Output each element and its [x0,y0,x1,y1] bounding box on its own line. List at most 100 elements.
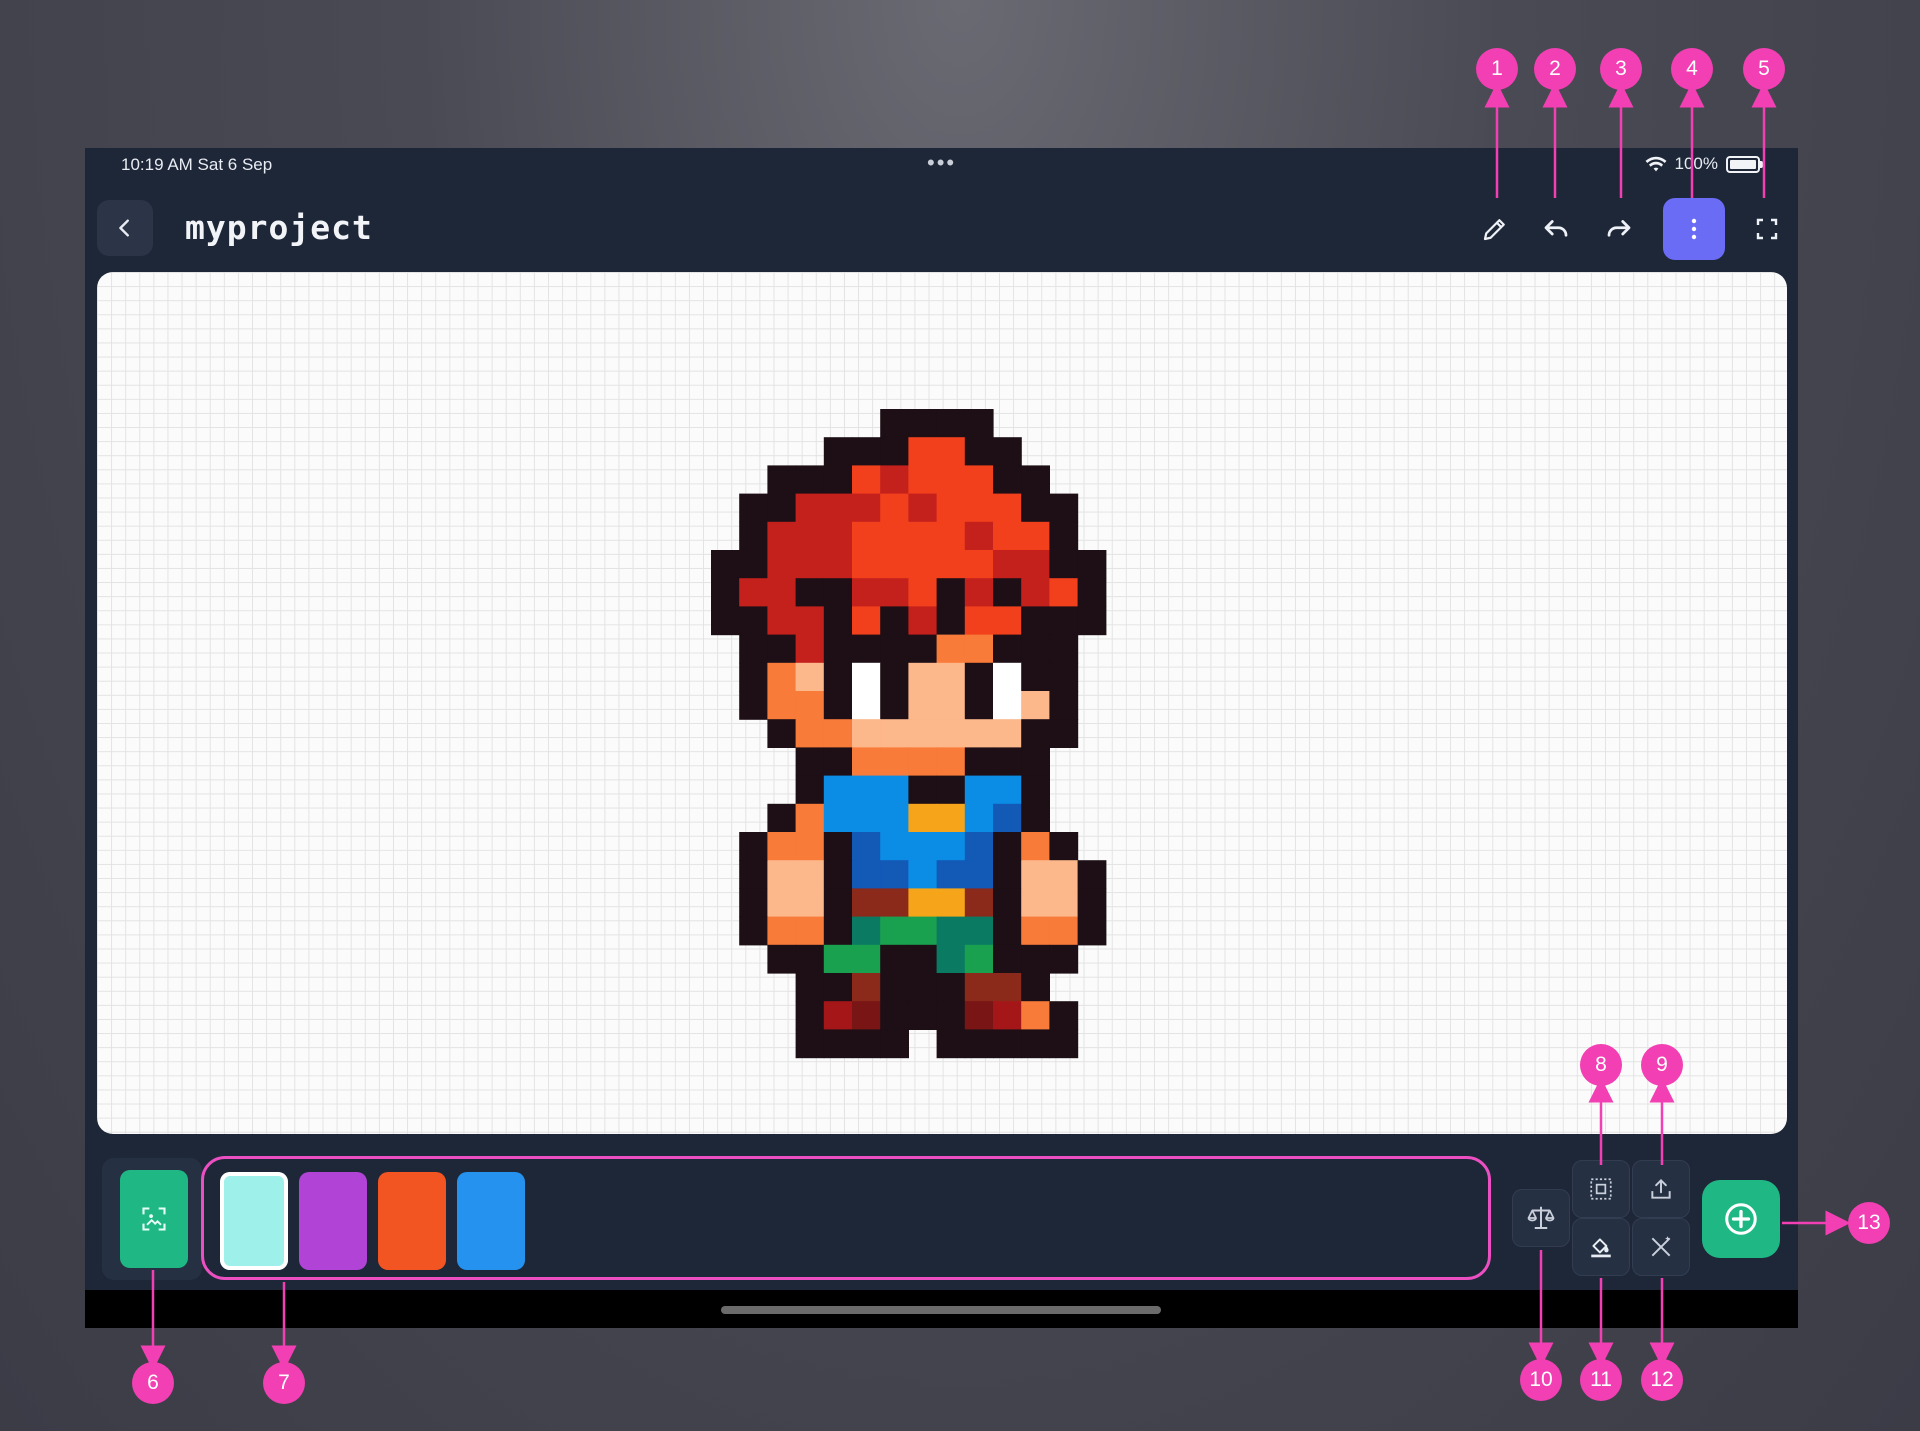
back-button[interactable] [97,200,153,256]
sprite-pixel [1021,944,1050,974]
sprite-pixel [852,803,881,833]
sprite-pixel [1077,888,1107,918]
sprite-pixel [1021,691,1050,720]
sprite-pixel [1021,888,1050,918]
sprite-pixel [823,888,853,918]
home-indicator[interactable] [721,1306,1161,1314]
gallery-button[interactable] [120,1170,188,1268]
select-area-button[interactable] [1572,1160,1630,1218]
sprite-pixel [795,521,825,551]
sprite-pixel [852,1001,881,1030]
sprite-pixel [880,747,909,777]
sprite-pixel [964,944,994,974]
sprite-pixel [767,832,797,861]
undo-button[interactable] [1529,202,1583,256]
color-swatch[interactable] [457,1172,525,1270]
sprite-pixel [823,860,853,889]
sprite-pixel [964,916,994,946]
sprite-pixel [936,550,966,579]
status-time: 10:19 AM Sat 6 Sep [121,155,273,174]
redo-button[interactable] [1592,202,1646,256]
sprite-pixel [739,521,768,551]
sprite-pixel [1049,578,1079,607]
sprite-pixel [880,944,909,974]
fullscreen-button[interactable] [1740,202,1794,256]
sprite-pixel [880,888,909,918]
sprite-pixel [767,916,797,946]
bottom-toolbar [85,1146,1798,1290]
fill-bucket-button[interactable] [1572,1218,1630,1276]
sprite-pixel [964,578,994,607]
sprite-pixel [1021,775,1050,805]
undo-icon [1544,220,1568,237]
sprite-pixel [823,944,853,974]
color-swatch[interactable] [220,1172,288,1270]
sprite-pixel [823,1029,853,1059]
sprite-pixel [964,832,994,861]
sprite-pixel [1077,578,1107,607]
sprite-pixel [880,465,909,495]
sprite-pixel [936,521,966,551]
multitask-dots[interactable]: ••• [927,150,956,176]
sprite-pixel [993,888,1022,918]
sprite-pixel [993,747,1022,777]
selection-icon [1590,1178,1612,1200]
sprite-pixel [936,747,966,777]
project-title: myproject [185,208,373,247]
sprite-pixel [795,550,825,579]
magic-wand-button[interactable] [1632,1218,1690,1276]
color-swatch[interactable] [378,1172,446,1270]
sprite-pixel [908,944,938,974]
sprite-pixel [852,860,881,889]
sprite-pixel [936,916,966,946]
more-options-button[interactable] [1663,198,1725,260]
sprite-pixel [1021,719,1050,748]
sprite-pixel [993,634,1022,664]
sprite-pixel [823,606,853,636]
sprite-pixel [1077,860,1107,889]
sprite-pixel [908,606,938,636]
sprite-pixel [936,691,966,720]
sprite-pixel [767,719,797,748]
sprite-pixel [739,691,768,720]
sprite-pixel [795,662,825,692]
sprite-pixel [739,888,768,918]
sprite-pixel [1021,832,1050,861]
sprite-pixel [795,1029,825,1059]
sprite-pixel [852,493,881,523]
callout-badge: 6 [132,1362,174,1404]
sprite-pixel [1049,888,1079,918]
sprite-pixel [880,662,909,692]
drawing-canvas[interactable] [97,272,1787,1134]
sprite-pixel [1021,1001,1050,1030]
sprite-pixel [1021,634,1050,664]
callout-badge: 8 [1580,1044,1622,1086]
sprite-pixel [908,860,938,889]
sprite-pixel [767,662,797,692]
color-swatch[interactable] [299,1172,367,1270]
sprite-pixel [936,409,966,438]
export-button[interactable] [1632,1160,1690,1218]
add-button[interactable] [1702,1180,1780,1258]
sprite-pixel [964,1001,994,1030]
sprite-pixel [795,1001,825,1030]
sprite-pixel [823,719,853,748]
magic-wand-icon [1651,1236,1671,1257]
balance-scale-icon [1527,1206,1555,1229]
sprite-pixel [936,888,966,918]
sprite-pixel [964,1029,994,1059]
plus-circle-icon [1725,1203,1757,1235]
sprite-pixel [880,832,909,861]
sprite-pixel [767,465,797,495]
sprite-pixel [964,606,994,636]
sprite-pixel [908,465,938,495]
sprite-pixel [739,578,768,607]
sprite-pixel [1049,493,1079,523]
sprite-pixel [823,521,853,551]
balance-button[interactable] [1512,1189,1570,1247]
sprite-pixel [964,775,994,805]
sprite-pixel [964,521,994,551]
sprite-pixel [993,521,1022,551]
sprite-pixel [936,634,966,664]
pencil-tool-button[interactable] [1468,202,1522,256]
